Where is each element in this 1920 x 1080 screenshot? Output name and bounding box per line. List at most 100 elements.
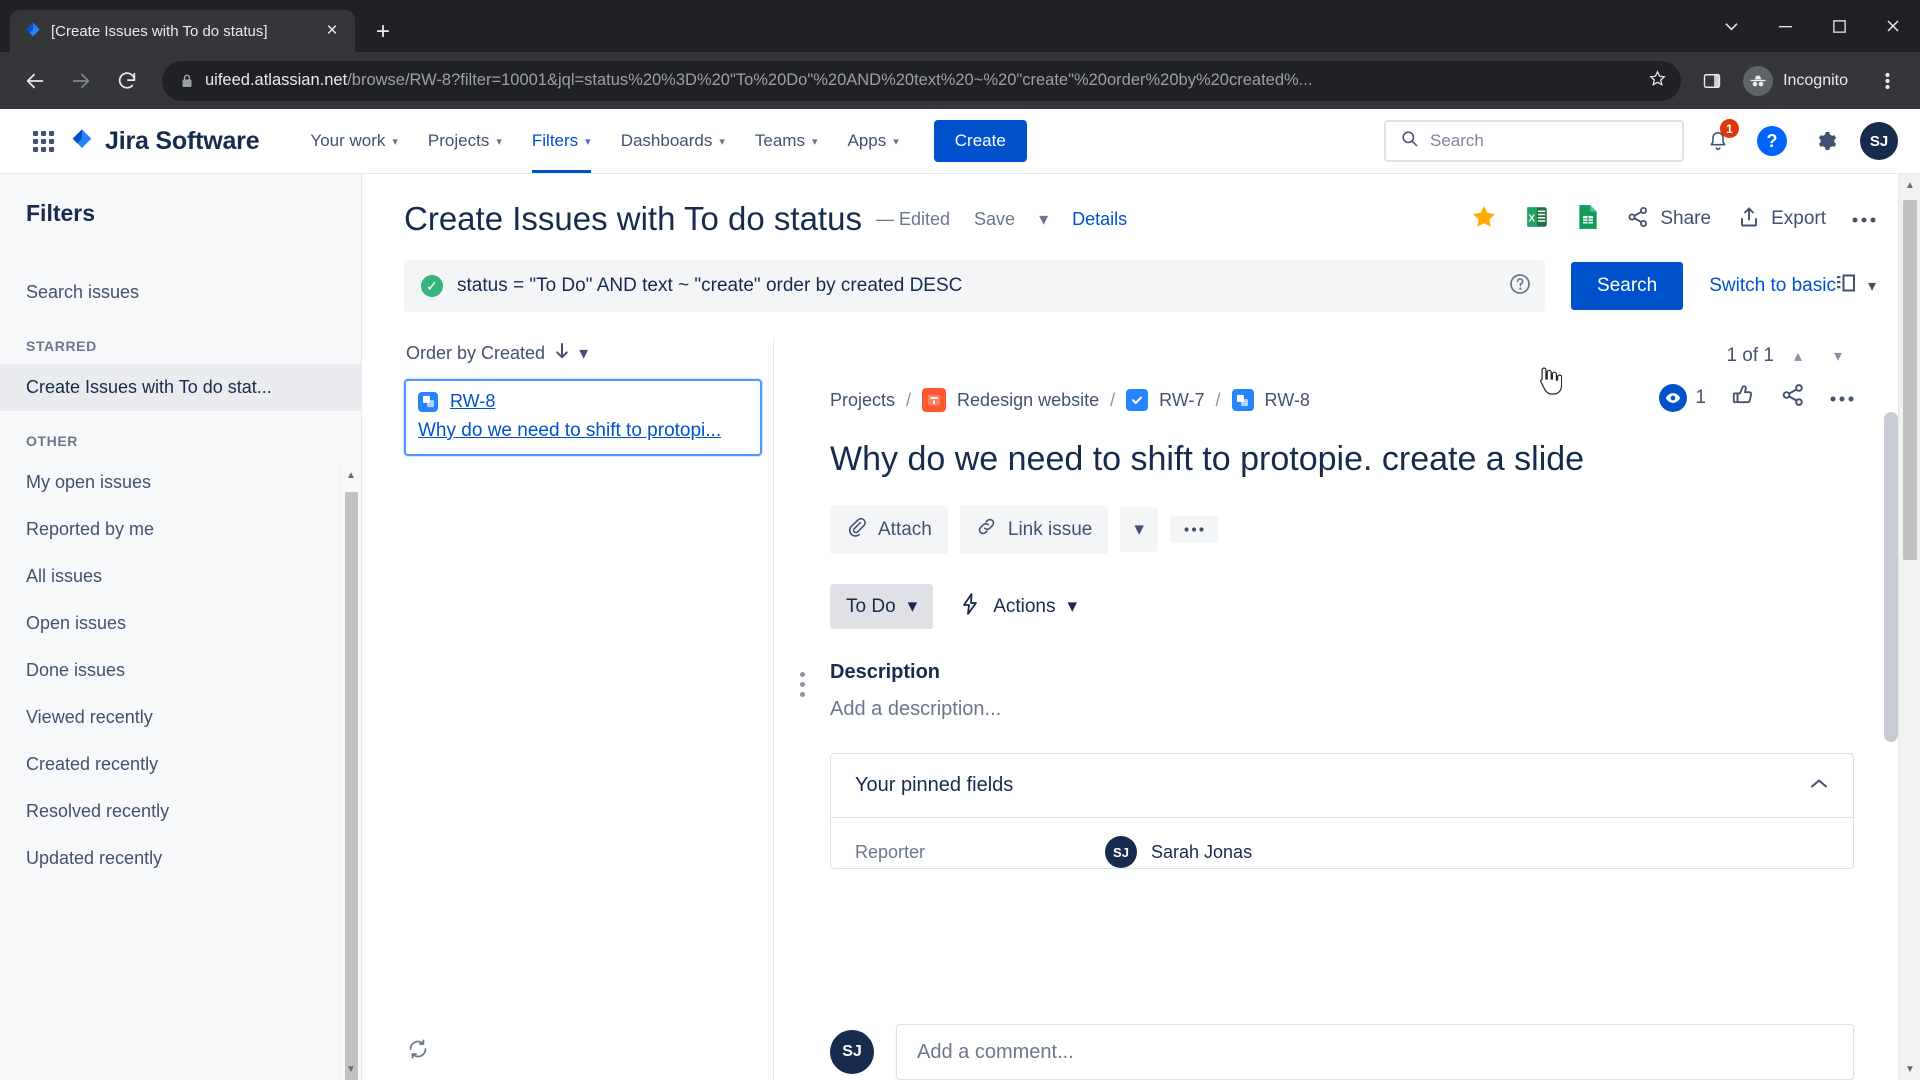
nav-item-filters[interactable]: Filters ▾ [517, 109, 606, 173]
chevron-up-icon[interactable] [1809, 774, 1829, 797]
sidebar-item-resolved-recently[interactable]: Resolved recently [0, 788, 361, 835]
breadcrumb-parent-issue[interactable]: RW-7 [1159, 390, 1204, 411]
nav-item-apps[interactable]: Apps ▾ [833, 109, 914, 173]
attach-button[interactable]: Attach [830, 505, 948, 554]
jql-search-button[interactable]: Search [1571, 262, 1684, 310]
maximize-icon[interactable] [1812, 3, 1866, 49]
detail-scroll-thumb[interactable] [1884, 412, 1898, 742]
more-actions-chevron-down-icon[interactable]: ▾ [1120, 507, 1158, 552]
chevron-up-icon[interactable]: ▴ [1782, 340, 1814, 372]
save-filter-button[interactable]: Save [974, 209, 1015, 230]
side-panel-icon[interactable] [1693, 62, 1731, 100]
sidebar-scroll-thumb[interactable] [345, 492, 358, 1080]
search-input[interactable]: Search [1384, 120, 1684, 162]
chevron-down-icon: ▾ [1867, 278, 1876, 295]
more-options-icon[interactable] [1830, 389, 1854, 407]
page-scroll-thumb[interactable] [1903, 200, 1917, 560]
star-filled-icon[interactable] [1470, 203, 1498, 236]
settings-gear-button[interactable] [1806, 121, 1846, 161]
sidebar-item-create-issues-filter[interactable]: Create Issues with To do stat... [0, 364, 361, 411]
sidebar-item-my-open-issues[interactable]: My open issues [0, 459, 361, 506]
sidebar-item-created-recently[interactable]: Created recently [0, 741, 361, 788]
pinned-field-value[interactable]: SJ Sarah Jonas [1105, 836, 1252, 868]
address-bar[interactable]: uifeed.atlassian.net/browse/RW-8?filter=… [162, 60, 1682, 101]
profile-incognito-button[interactable]: Incognito [1737, 61, 1862, 101]
switch-to-basic-link[interactable]: Switch to basic [1709, 275, 1836, 297]
sidebar-heading: Filters [26, 200, 96, 226]
jql-input[interactable]: ✓ status = "To Do" AND text ~ "create" o… [404, 260, 1546, 312]
reload-icon[interactable] [106, 60, 148, 102]
nav-item-dashboards[interactable]: Dashboards ▾ [606, 109, 740, 173]
status-dropdown[interactable]: To Do ▾ [830, 584, 934, 629]
watch-button[interactable]: 1 [1659, 383, 1706, 412]
nav-item-your-work[interactable]: Your work ▾ [295, 109, 413, 173]
nav-item-teams[interactable]: Teams ▾ [740, 109, 833, 173]
grid-apps-icon[interactable] [26, 124, 60, 158]
sidebar-item-reported-by-me[interactable]: Reported by me [0, 506, 361, 553]
view-layout-button[interactable]: ▾ [1836, 274, 1890, 299]
notifications-button[interactable]: 1 [1698, 119, 1739, 161]
issue-list-item[interactable]: RW-8 Why do we need to shift to protopi.… [404, 379, 762, 456]
link-issue-label: Link issue [1007, 518, 1093, 540]
comment-input[interactable]: Add a comment... [896, 1024, 1854, 1080]
more-options-icon[interactable] [1852, 210, 1876, 228]
comment-placeholder: Add a comment... [917, 1040, 1074, 1063]
close-icon[interactable] [1866, 3, 1920, 49]
new-tab-button[interactable]: + [363, 12, 403, 52]
detail-scrollbar[interactable] [1884, 406, 1898, 1050]
breadcrumb-project[interactable]: Redesign website [957, 390, 1099, 411]
description-placeholder[interactable]: Add a description... [830, 698, 1854, 721]
jira-logo[interactable]: Jira Software [68, 127, 260, 156]
sidebar-item-all-issues[interactable]: All issues [0, 553, 361, 600]
sidebar-item-search-issues[interactable]: Search issues [0, 269, 361, 316]
page-scrollbar[interactable]: ▲ ▼ [1898, 174, 1920, 1080]
sidebar-item-open-issues[interactable]: Open issues [0, 600, 361, 647]
sidebar-item-updated-recently[interactable]: Updated recently [0, 835, 361, 882]
issue-list-refresh[interactable] [404, 1023, 773, 1080]
tab-close-icon[interactable]: × [319, 18, 345, 44]
excel-export-icon[interactable]: X [1524, 204, 1550, 235]
browser-tab[interactable]: [Create Issues with To do status] × [10, 10, 355, 52]
share-icon[interactable] [1780, 382, 1806, 413]
google-sheets-icon[interactable] [1576, 204, 1600, 235]
details-button[interactable]: Details [1072, 209, 1127, 230]
issue-summary-link[interactable]: Why do we need to shift to protopi... [418, 420, 748, 442]
scroll-up-icon[interactable]: ▲ [340, 464, 361, 486]
nav-item-projects[interactable]: Projects ▾ [413, 109, 517, 173]
scroll-up-icon[interactable]: ▲ [1899, 174, 1920, 196]
scroll-down-icon[interactable]: ▼ [1899, 1058, 1920, 1080]
create-button[interactable]: Create [933, 120, 1027, 162]
panel-resize-handle[interactable] [800, 672, 805, 697]
breadcrumb-current-issue[interactable]: RW-8 [1265, 390, 1310, 411]
save-options-chevron-down-icon[interactable]: ▾ [1039, 209, 1048, 230]
help-button[interactable]: ? [1752, 121, 1792, 161]
minimize-icon[interactable] [1758, 3, 1812, 49]
chevron-down-icon[interactable]: ▾ [1822, 340, 1854, 372]
scroll-down-icon[interactable]: ▼ [340, 1058, 361, 1080]
bookmark-star-icon[interactable] [1648, 69, 1667, 93]
sidebar-item-done-issues[interactable]: Done issues [0, 647, 361, 694]
pinned-fields-header[interactable]: Your pinned fields [831, 754, 1853, 817]
export-button[interactable]: Export [1737, 205, 1826, 234]
link-issue-button[interactable]: Link issue [959, 505, 1109, 554]
sidebar-scrollbar[interactable]: ▲ ▼ [339, 464, 361, 1080]
back-icon[interactable] [14, 60, 56, 102]
edited-label: Edited [898, 208, 951, 229]
page-header: Create Issues with To do status — Edited… [362, 174, 1920, 238]
kebab-menu-icon[interactable] [1868, 62, 1906, 100]
tab-search-icon[interactable] [1704, 3, 1758, 49]
user-avatar[interactable]: SJ [1860, 122, 1898, 160]
issue-pager: 1 of 1 ▴ ▾ [774, 338, 1920, 372]
subtask-icon [1231, 389, 1254, 411]
actions-dropdown[interactable]: Actions ▾ [959, 592, 1077, 622]
status-label: To Do [846, 595, 896, 617]
share-button[interactable]: Share [1626, 205, 1711, 234]
breadcrumb-projects[interactable]: Projects [830, 390, 895, 411]
more-options-icon[interactable] [1169, 516, 1218, 543]
help-circle-icon[interactable] [1508, 272, 1532, 301]
issue-key-link[interactable]: RW-8 [450, 391, 495, 412]
thumbs-up-icon[interactable] [1730, 382, 1756, 413]
order-by-control[interactable]: Order by Created ▾ [404, 338, 773, 379]
issue-title[interactable]: Why do we need to shift to protopie. cre… [830, 440, 1854, 479]
sidebar-item-viewed-recently[interactable]: Viewed recently [0, 694, 361, 741]
